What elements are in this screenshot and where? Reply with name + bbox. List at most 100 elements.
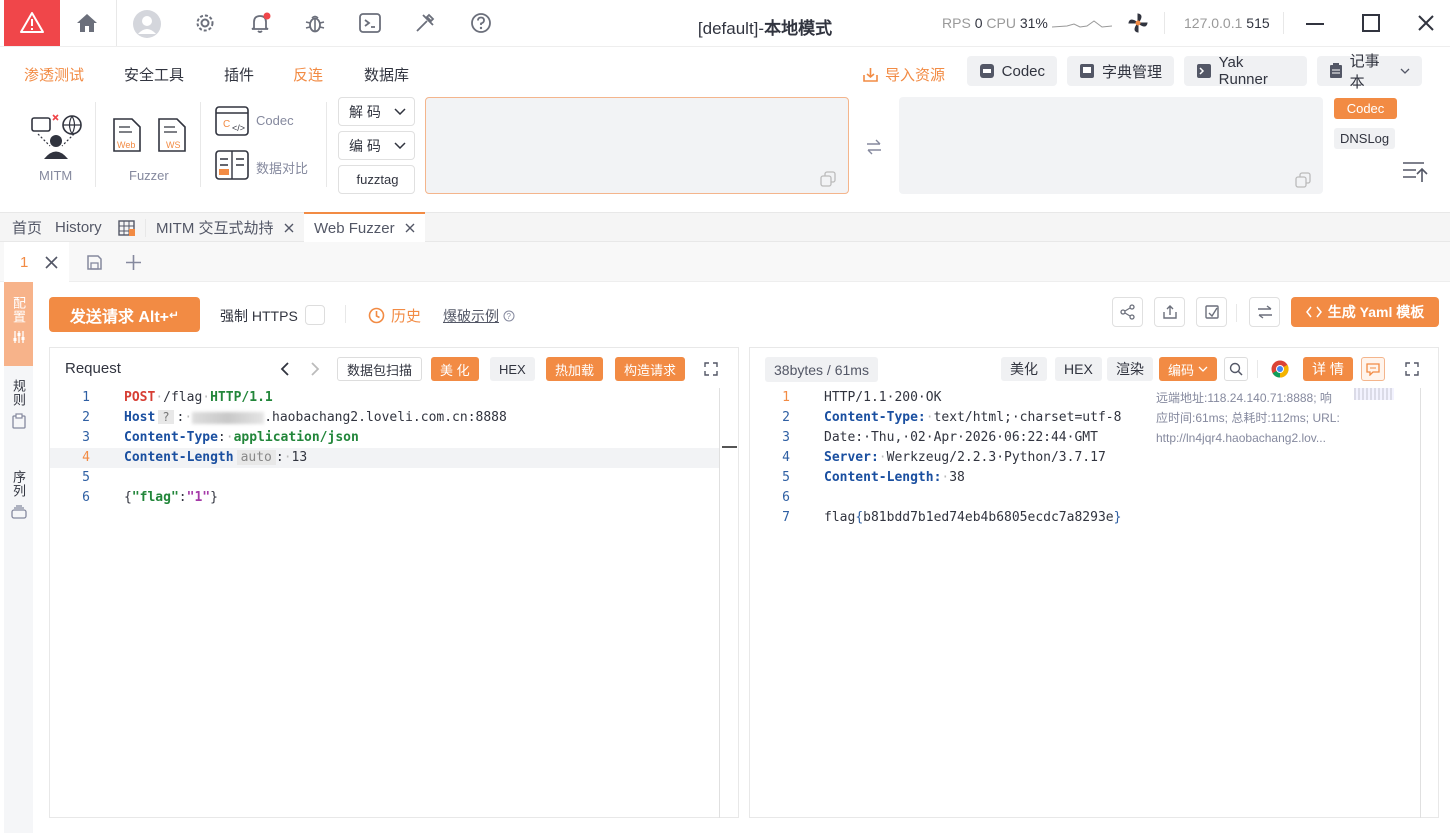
svg-text:C: C xyxy=(223,119,230,130)
tab-history[interactable]: History xyxy=(55,213,102,242)
redacted-host xyxy=(192,411,265,424)
search-icon xyxy=(1229,362,1243,376)
close-icon[interactable] xyxy=(1413,10,1439,36)
tab-grid[interactable] xyxy=(118,213,135,242)
save-icon[interactable] xyxy=(86,254,103,271)
gear-icon[interactable] xyxy=(192,10,218,36)
codec-input-area[interactable] xyxy=(425,97,849,194)
minimap xyxy=(1354,388,1394,400)
yak-runner-button[interactable]: Yak Runner xyxy=(1184,54,1307,88)
build-request-button[interactable]: 构造请求 xyxy=(615,357,686,381)
svg-text:WS: WS xyxy=(166,140,181,150)
response-size-badge: 38bytes / 61ms xyxy=(765,357,878,382)
menu-pentest[interactable]: 渗透测试 xyxy=(24,64,84,85)
codec-tool-icon[interactable]: C </> xyxy=(215,106,249,139)
import-resource-button[interactable]: 导入资源 xyxy=(862,64,945,85)
dictionary-button[interactable]: 字典管理 xyxy=(1067,56,1174,86)
dictionary-icon xyxy=(1080,64,1094,78)
layout-swap-button[interactable] xyxy=(1249,297,1280,327)
request-editor[interactable]: 1 2 3 4 5 6 POST·/flag·HTTP/1.1 Host?:·.… xyxy=(50,388,740,818)
send-request-button[interactable]: 发送请求 Alt+ ↵ xyxy=(49,297,200,332)
hotload-button[interactable]: 热加载 xyxy=(546,357,604,381)
swap-icon xyxy=(1257,305,1272,319)
fullscreen-icon[interactable] xyxy=(1405,362,1419,376)
comment-button[interactable] xyxy=(1361,357,1385,381)
home-icon[interactable] xyxy=(74,10,100,36)
add-icon[interactable] xyxy=(125,254,142,271)
import-box-icon xyxy=(1204,305,1219,319)
help-icon[interactable] xyxy=(468,10,494,36)
decode-dropdown[interactable]: 解 码 xyxy=(338,97,415,126)
main-tab-bar: 首页 History MITM 交互式劫持 Web Fuzzer xyxy=(0,212,1450,242)
swap-icon[interactable] xyxy=(865,139,883,155)
copy-icon[interactable] xyxy=(1295,172,1311,188)
svg-text:Web: Web xyxy=(117,140,135,150)
mitm-label: MITM xyxy=(39,168,73,183)
avatar-icon[interactable] xyxy=(131,8,163,40)
force-https-checkbox[interactable] xyxy=(305,305,325,325)
compare-tool-label[interactable]: 数据对比 xyxy=(256,158,308,177)
sub-tab-1[interactable]: 1 xyxy=(4,242,69,282)
share-button[interactable] xyxy=(1112,297,1143,327)
export-button[interactable] xyxy=(1154,297,1185,327)
tools-icon[interactable] xyxy=(412,10,438,36)
response-editor[interactable]: 1 2 3 4 5 6 7 HTTP/1.1·200·OK Content-Ty… xyxy=(750,388,1440,818)
chevron-left-icon[interactable] xyxy=(280,362,290,376)
encoding-dropdown[interactable]: 编码 xyxy=(1159,357,1218,381)
side-sequence[interactable]: 序列 xyxy=(4,470,33,520)
collapse-icon[interactable] xyxy=(1402,160,1428,184)
tab-home[interactable]: 首页 xyxy=(12,213,42,242)
side-config[interactable]: 配置 xyxy=(4,282,33,366)
minimize-icon[interactable] xyxy=(1302,10,1328,36)
encode-dropdown[interactable]: 编 码 xyxy=(338,131,415,160)
notepad-button[interactable]: 记事本 xyxy=(1317,53,1422,91)
mitm-tool-icon[interactable] xyxy=(30,112,84,163)
history-button[interactable]: 历史 xyxy=(368,305,421,326)
tab-mitm[interactable]: MITM 交互式劫持 xyxy=(156,213,294,242)
side-strip: 配置 规则 序列 xyxy=(4,282,33,833)
side-rules[interactable]: 规则 xyxy=(4,379,33,429)
bell-icon[interactable] xyxy=(247,10,273,36)
render-button[interactable]: 渲染 xyxy=(1107,357,1153,381)
menu-database[interactable]: 数据库 xyxy=(364,64,409,85)
chrome-icon[interactable] xyxy=(1271,360,1289,378)
side-tab-codec[interactable]: Codec xyxy=(1334,98,1397,119)
response-beautify-button[interactable]: 美化 xyxy=(1001,357,1047,381)
menu-reverse[interactable]: 反连 xyxy=(293,64,323,85)
response-hex-button[interactable]: HEX xyxy=(1055,357,1102,381)
rps-cpu-status: RPS 0 CPU 31% xyxy=(942,15,1048,31)
app-logo[interactable] xyxy=(4,0,60,46)
compare-tool-icon[interactable] xyxy=(215,150,249,183)
generate-yaml-button[interactable]: 生成 Yaml 模板 xyxy=(1291,297,1439,327)
terminal-icon[interactable] xyxy=(357,10,383,36)
hex-button[interactable]: HEX xyxy=(490,357,535,381)
fullscreen-icon[interactable] xyxy=(704,362,718,376)
packet-scan-button[interactable]: 数据包扫描 xyxy=(337,357,423,381)
fuzztag-button[interactable]: fuzztag xyxy=(338,165,415,194)
side-tab-dnslog[interactable]: DNSLog xyxy=(1334,128,1396,149)
tab-web-fuzzer[interactable]: Web Fuzzer xyxy=(304,212,425,242)
menu-security-tools[interactable]: 安全工具 xyxy=(124,64,184,85)
web-fuzzer-icon[interactable]: Web xyxy=(112,117,142,156)
bug-icon[interactable] xyxy=(302,10,328,36)
copy-icon[interactable] xyxy=(820,171,836,187)
codec-output-area[interactable] xyxy=(899,97,1323,194)
beautify-button[interactable]: 美 化 xyxy=(431,357,479,381)
maximize-icon[interactable] xyxy=(1358,10,1384,36)
codec-tool-label[interactable]: Codec xyxy=(256,113,294,128)
close-icon[interactable] xyxy=(284,223,294,233)
example-link[interactable]: 爆破示例 ? xyxy=(443,306,515,326)
search-button[interactable] xyxy=(1224,357,1248,381)
clock-icon xyxy=(368,307,385,324)
detail-button[interactable]: 详 情 xyxy=(1303,357,1353,381)
import-button[interactable] xyxy=(1196,297,1227,327)
chevron-right-icon[interactable] xyxy=(310,362,320,376)
close-icon[interactable] xyxy=(45,255,58,269)
svg-text:</>: </> xyxy=(232,123,245,133)
terminal-icon xyxy=(1197,64,1211,78)
menu-plugins[interactable]: 插件 xyxy=(224,64,254,85)
pinwheel-icon[interactable] xyxy=(1125,10,1151,36)
codec-quick-button[interactable]: Codec xyxy=(967,56,1057,86)
ws-fuzzer-icon[interactable]: WS xyxy=(157,117,187,156)
close-icon[interactable] xyxy=(405,223,415,233)
